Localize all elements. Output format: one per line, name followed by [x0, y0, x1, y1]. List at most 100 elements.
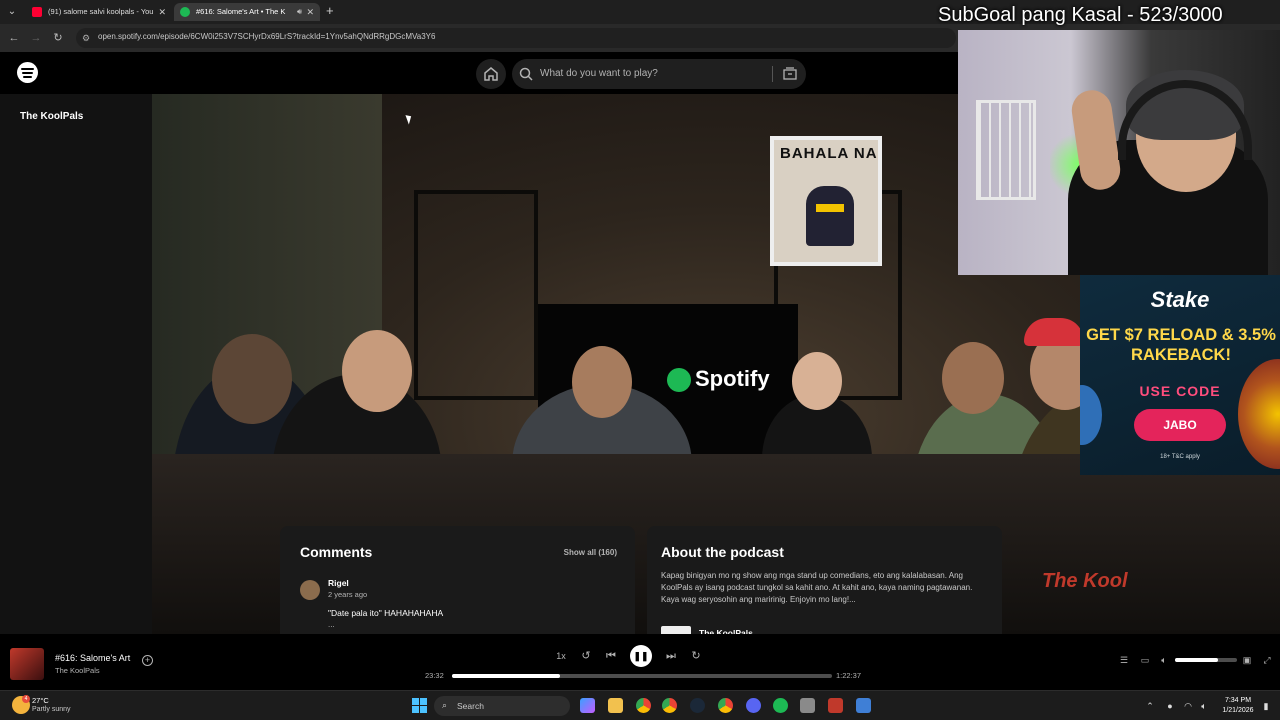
spotify-logo-icon[interactable]	[17, 62, 38, 83]
spotify-circle-icon	[667, 368, 691, 393]
home-button[interactable]	[476, 59, 506, 89]
poster-text: BAHALA NA	[780, 145, 878, 162]
tab-youtube[interactable]: (91) salome salvi koolpals - You ✕	[26, 3, 172, 21]
webcam-gate	[976, 100, 1036, 200]
video-watermark: The Kool	[1042, 570, 1128, 592]
progress-bar[interactable]	[452, 674, 832, 678]
volume-tray-icon[interactable]: 🔈︎	[1198, 700, 1210, 712]
taskbar-clock[interactable]: 7:34 PM 1/21/2026	[1218, 696, 1258, 716]
tab-title: #616: Salome's Art • The K	[196, 7, 286, 16]
browse-icon[interactable]	[782, 66, 798, 82]
search-input[interactable]: What do you want to play?	[512, 59, 806, 89]
ad-code-badge: JABO	[1134, 409, 1226, 441]
windows-start-icon[interactable]	[412, 698, 427, 713]
comment-user[interactable]: Rigel	[328, 578, 349, 588]
connect-device-icon[interactable]: ▭	[1139, 654, 1151, 666]
microphone-icon[interactable]: ●	[1164, 700, 1176, 712]
home-icon	[484, 67, 498, 81]
rewind-15-icon[interactable]: ↺	[578, 648, 594, 664]
poster-cat-image	[806, 186, 854, 246]
reload-icon[interactable]: ↻	[50, 30, 66, 46]
steam-icon[interactable]	[690, 698, 705, 713]
notepad-icon[interactable]	[856, 698, 871, 713]
close-tab-icon[interactable]: ✕	[158, 3, 166, 21]
tv-spotify-logo: Spotify	[667, 366, 770, 393]
episode-artist[interactable]: The KoolPals	[55, 666, 100, 675]
taskbar-search-input[interactable]: ⌕ Search	[434, 696, 570, 716]
site-info-icon[interactable]: ⚙	[82, 32, 94, 44]
discord-icon[interactable]	[746, 698, 761, 713]
chrome-second-profile-icon[interactable]	[718, 698, 733, 713]
search-icon	[519, 67, 533, 81]
chrome-icon[interactable]	[636, 698, 651, 713]
speaker-icon[interactable]: 🔊︎	[297, 3, 302, 21]
playback-speed-button[interactable]: 1x	[553, 648, 569, 664]
video-head-1	[212, 334, 292, 424]
episode-cover-art[interactable]	[10, 648, 44, 680]
ad-brand-logo: Stake	[1150, 287, 1210, 312]
miniplayer-icon[interactable]: ▣	[1241, 654, 1253, 666]
pause-button[interactable]: ❚❚	[630, 645, 652, 667]
ad-code-label: USE CODE	[1139, 383, 1221, 399]
youtube-favicon-icon	[32, 7, 42, 17]
forward-arrow-icon[interactable]: →	[28, 30, 44, 46]
tab-spotify[interactable]: #616: Salome's Art • The K 🔊︎ ✕	[174, 3, 320, 21]
about-podcast-card: About the podcast Kapag binigyan mo ng s…	[647, 526, 1002, 638]
spotify-taskbar-icon[interactable]	[773, 698, 788, 713]
library-title[interactable]: The KoolPals	[20, 111, 83, 122]
volume-slider[interactable]	[1175, 658, 1237, 662]
comment-more: ...	[328, 620, 335, 629]
weather-badge: 4	[22, 695, 30, 703]
volume-fill	[1175, 658, 1219, 662]
clock-time: 7:34 PM	[1224, 697, 1252, 704]
fullscreen-icon[interactable]: ⤢	[1261, 654, 1273, 666]
webcam-overlay	[958, 30, 1280, 275]
app-icon[interactable]	[828, 698, 843, 713]
add-to-library-icon[interactable]: +	[142, 655, 153, 666]
elapsed-time: 23:32	[425, 671, 444, 680]
stake-ad-overlay: Stake GET $7 RELOAD & 3.5% RAKEBACK! USE…	[1080, 275, 1280, 475]
tab-title: (91) salome salvi koolpals - You	[48, 7, 154, 16]
ad-terms: 18+ T&C apply	[1160, 454, 1200, 460]
skip-previous-icon[interactable]: ⏮︎	[603, 648, 619, 664]
tools-icon[interactable]	[800, 698, 815, 713]
volume-icon[interactable]: 🔈︎	[1158, 654, 1170, 666]
file-explorer-icon[interactable]	[608, 698, 623, 713]
forward-15-icon[interactable]: ↻	[688, 648, 704, 664]
chrome-profile-icon[interactable]	[662, 698, 677, 713]
notifications-icon[interactable]: ▮	[1260, 700, 1272, 712]
about-description: Kapag binigyan mo ng show ang mga stand …	[661, 571, 973, 604]
tab-search-icon[interactable]: ⌄	[4, 4, 20, 20]
ad-wheel-image	[1238, 359, 1280, 469]
tray-chevron-icon[interactable]: ⌃	[1144, 700, 1156, 712]
comment-time: 2 years ago	[328, 590, 368, 599]
close-tab-icon[interactable]: ✕	[306, 3, 314, 21]
clock-date: 1/21/2026	[1222, 707, 1254, 714]
video-head-5	[942, 342, 1004, 414]
skip-next-icon[interactable]: ⏭︎	[663, 648, 679, 664]
duration-time: 1:22:37	[836, 671, 862, 680]
video-red-cap	[1024, 318, 1084, 346]
weather-temp[interactable]: 27°C	[32, 696, 49, 705]
comments-card: Comments Show all (160) Rigel 2 years ag…	[280, 526, 635, 636]
queue-icon[interactable]: ☰	[1118, 654, 1130, 666]
comments-title: Comments	[300, 544, 373, 560]
library-sidebar: The KoolPals	[0, 94, 152, 634]
avatar[interactable]	[300, 580, 320, 600]
video-head-4	[792, 352, 842, 410]
video-head-2	[342, 330, 412, 412]
spotify-favicon-icon	[180, 7, 190, 17]
url-text: open.spotify.com/episode/6CW0i253V7SCHyr…	[98, 32, 436, 41]
show-all-comments-link[interactable]: Show all (160)	[564, 548, 617, 557]
taskbar-search-label: Search	[457, 701, 484, 711]
episode-title[interactable]: #616: Salome's Art	[55, 653, 130, 663]
weather-desc[interactable]: Partly sunny	[32, 706, 71, 713]
address-bar[interactable]: ⚙ open.spotify.com/episode/6CW0i253V7SCH…	[76, 28, 956, 48]
wifi-icon[interactable]: ◠	[1182, 700, 1194, 712]
back-arrow-icon[interactable]: ←	[6, 30, 22, 46]
video-shelf-left	[414, 190, 538, 400]
copilot-icon[interactable]	[580, 698, 595, 713]
new-tab-button[interactable]: +	[326, 4, 334, 18]
search-placeholder: What do you want to play?	[540, 68, 658, 79]
windows-taskbar: 4 27°C Partly sunny ⌕ Search ⌃ ● ◠ 🔈︎ 7:…	[0, 690, 1280, 720]
